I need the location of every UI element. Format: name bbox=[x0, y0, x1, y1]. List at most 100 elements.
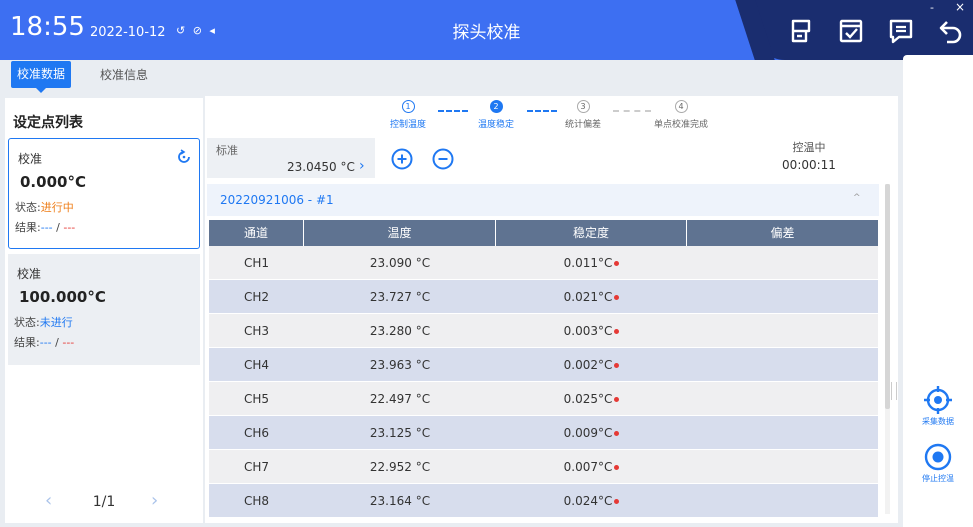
main-panel: 1 控制温度 2 温度稳定 3 统计偏差 4 单点校准完成 标准 23.0450… bbox=[205, 96, 898, 523]
back-icon[interactable] bbox=[936, 16, 966, 46]
cell-stab: 0.009°C bbox=[496, 416, 687, 450]
probe-group-title: 20220921006 - #1 bbox=[220, 193, 334, 207]
cell-dev bbox=[687, 348, 878, 382]
table-row[interactable]: CH3 23.280 °C 0.003°C bbox=[209, 314, 878, 348]
cell-stab: 0.007°C bbox=[496, 450, 687, 484]
cell-temp: 23.164 °C bbox=[369, 494, 431, 508]
standard-label: 标准 bbox=[216, 144, 238, 157]
window-minimize-button[interactable]: - bbox=[930, 1, 934, 14]
tab-calibration-info[interactable]: 校准信息 bbox=[100, 66, 148, 83]
alarm-dot-icon bbox=[614, 431, 620, 436]
col-temperature: 温度 bbox=[304, 220, 496, 246]
refresh-icon[interactable] bbox=[176, 149, 192, 165]
remove-circle-icon[interactable] bbox=[432, 148, 454, 170]
cell-dev bbox=[687, 484, 878, 518]
checkbox-icon[interactable] bbox=[836, 16, 866, 46]
message-icon[interactable] bbox=[886, 16, 916, 46]
chevron-right-icon[interactable]: › bbox=[359, 158, 365, 174]
step-3: 3 统计偏差 bbox=[564, 100, 601, 130]
alarm-dot-icon bbox=[614, 261, 620, 266]
probe-group-header[interactable]: 20220921006 - #1 ^ bbox=[207, 184, 879, 216]
table-row[interactable]: CH4 23.963 °C 0.002°C bbox=[209, 348, 878, 382]
setpoint-result: 结果:--- / --- bbox=[15, 221, 76, 234]
cell-dev bbox=[687, 382, 878, 416]
crosshair-icon bbox=[924, 386, 952, 414]
table-row[interactable]: CH1 23.090 °C 0.011°C bbox=[209, 246, 878, 280]
page-indicator: 1/1 bbox=[92, 494, 116, 510]
cell-dev bbox=[687, 416, 878, 450]
alarm-dot-icon bbox=[614, 295, 620, 300]
setpoint-value: 0.000°C bbox=[20, 173, 86, 191]
step-4: 4 单点校准完成 bbox=[653, 100, 708, 130]
control-timer: 00:00:11 bbox=[782, 158, 836, 172]
cell-stab: 0.025°C bbox=[496, 382, 687, 416]
cell-stab: 0.002°C bbox=[496, 348, 687, 382]
window-close-button[interactable]: × bbox=[955, 0, 965, 14]
col-channel: 通道 bbox=[209, 220, 304, 246]
setpoint-name: 校准 bbox=[17, 267, 42, 281]
setpoint-card[interactable]: 校准 100.000°C 状态:未进行 结果:--- / --- bbox=[8, 254, 200, 365]
cell-stab: 0.011°C bbox=[496, 246, 687, 280]
collect-data-label: 采集数据 bbox=[922, 417, 954, 426]
col-deviation: 偏差 bbox=[770, 226, 795, 240]
cell-temp: 23.090 °C bbox=[369, 256, 431, 270]
cell-stab: 0.021°C bbox=[496, 280, 687, 314]
cell-dev bbox=[687, 314, 878, 348]
setpoint-value: 100.000°C bbox=[19, 288, 106, 306]
cell-stab: 0.024°C bbox=[496, 484, 687, 518]
setpoint-result: 结果:--- / --- bbox=[14, 336, 75, 349]
resize-handle[interactable] bbox=[891, 382, 897, 400]
table-row[interactable]: CH7 22.952 °C 0.007°C bbox=[209, 450, 878, 484]
step-2: 2 温度稳定 bbox=[477, 100, 514, 130]
header-bar: 18:55 2022-10-12 ↺ ⊘ ◂ 探头校准 - × bbox=[0, 0, 973, 60]
table-row[interactable]: CH6 23.125 °C 0.009°C bbox=[209, 416, 878, 450]
step-1: 1 控制温度 bbox=[389, 100, 426, 130]
alarm-dot-icon bbox=[614, 329, 620, 334]
alarm-dot-icon bbox=[614, 465, 620, 470]
state-in-progress: 进行中 bbox=[40, 201, 74, 214]
cell-ch: CH8 bbox=[243, 494, 270, 508]
stop-control-button[interactable]: 停止控温 bbox=[903, 442, 973, 484]
cell-dev bbox=[687, 450, 878, 484]
add-circle-icon[interactable] bbox=[391, 148, 413, 170]
table-row[interactable]: CH8 23.164 °C 0.024°C bbox=[209, 484, 878, 518]
collect-data-button[interactable]: 采集数据 bbox=[903, 385, 973, 427]
collapse-icon[interactable]: ^ bbox=[853, 193, 861, 203]
control-status-label: 控温中 bbox=[792, 141, 826, 154]
table-scrollbar-thumb[interactable] bbox=[885, 184, 890, 409]
cell-ch: CH5 bbox=[243, 392, 270, 406]
cell-dev bbox=[687, 280, 878, 314]
standard-reading[interactable]: 标准 23.0450 °C › bbox=[207, 138, 375, 178]
page-title: 探头校准 bbox=[452, 23, 521, 43]
next-page-button[interactable]: › bbox=[151, 490, 158, 511]
cell-stab: 0.003°C bbox=[496, 314, 687, 348]
setpoint-name: 校准 bbox=[18, 152, 43, 166]
table-header: 通道 温度 稳定度 偏差 bbox=[209, 220, 878, 246]
cell-temp: 23.280 °C bbox=[369, 324, 431, 338]
table-row[interactable]: CH2 23.727 °C 0.021°C bbox=[209, 280, 878, 314]
pager: ‹ 1/1 › bbox=[5, 490, 203, 514]
alarm-dot-icon bbox=[614, 397, 620, 402]
tab-calibration-data[interactable]: 校准数据 bbox=[11, 61, 72, 93]
cell-temp: 22.497 °C bbox=[369, 392, 431, 406]
setpoint-card[interactable]: 校准 0.000°C 状态:进行中 结果:--- / --- bbox=[8, 138, 200, 249]
cell-ch: CH2 bbox=[243, 290, 270, 304]
cell-temp: 23.125 °C bbox=[369, 426, 431, 440]
setpoint-list-title: 设定点列表 bbox=[13, 115, 83, 131]
cell-temp: 23.963 °C bbox=[369, 358, 431, 372]
alarm-dot-icon bbox=[614, 499, 620, 504]
stop-control-label: 停止控温 bbox=[922, 474, 954, 483]
cell-ch: CH3 bbox=[243, 324, 270, 338]
setpoint-state: 状态:进行中 bbox=[15, 201, 74, 214]
standard-value: 23.0450 °C bbox=[287, 160, 355, 174]
report-icon[interactable] bbox=[786, 16, 816, 46]
cell-dev bbox=[687, 246, 878, 280]
alarm-dot-icon bbox=[614, 363, 620, 368]
cell-ch: CH1 bbox=[243, 256, 270, 270]
cell-ch: CH6 bbox=[243, 426, 270, 440]
cell-temp: 23.727 °C bbox=[369, 290, 431, 304]
cell-ch: CH7 bbox=[243, 460, 270, 474]
cell-ch: CH4 bbox=[243, 358, 270, 372]
app-window: 18:55 2022-10-12 ↺ ⊘ ◂ 探头校准 - × 校准数据 校准信… bbox=[0, 0, 973, 527]
table-row[interactable]: CH5 22.497 °C 0.025°C bbox=[209, 382, 878, 416]
